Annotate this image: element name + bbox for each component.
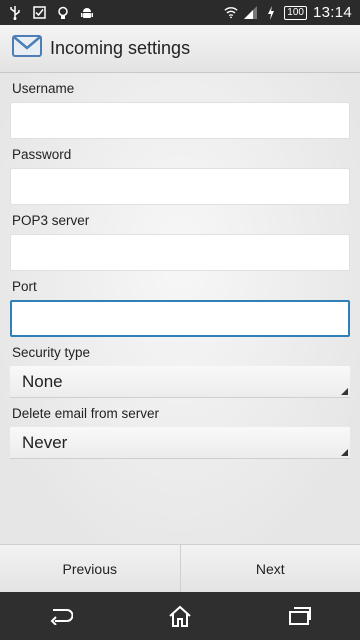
- notification-icons: [8, 5, 94, 20]
- delete-email-value: Never: [22, 432, 68, 452]
- password-field[interactable]: [10, 168, 350, 205]
- status-bar: 100 13:14: [0, 0, 360, 25]
- back-button[interactable]: [30, 596, 90, 636]
- username-field[interactable]: [10, 102, 350, 139]
- username-label: Username: [12, 81, 75, 96]
- action-bar: Incoming settings: [0, 25, 360, 73]
- checkbox-notification-icon: [32, 6, 46, 20]
- back-icon: [50, 609, 73, 625]
- charging-icon: [264, 5, 278, 20]
- page-title: Incoming settings: [50, 38, 191, 58]
- port-label: Port: [12, 279, 37, 294]
- delete-email-label: Delete email from server: [12, 406, 160, 421]
- navigation-bar: [0, 592, 360, 640]
- signal-icon: [244, 6, 258, 20]
- dropdown-corner-icon: [341, 449, 348, 456]
- pop3-server-label: POP3 server: [12, 213, 90, 228]
- home-icon: [169, 605, 191, 627]
- settings-form: Username Password POP3 server Port Secur…: [0, 73, 360, 544]
- next-button[interactable]: Next: [179, 545, 360, 592]
- android-icon: [80, 6, 94, 20]
- status-clock: 13:14: [312, 4, 352, 21]
- security-type-label: Security type: [12, 345, 91, 360]
- recent-apps-button[interactable]: [270, 596, 330, 636]
- battery-level: 100: [284, 5, 307, 20]
- system-icons: 100 13:14: [224, 4, 352, 21]
- wifi-icon: [224, 6, 238, 20]
- bottom-button-bar: Previous Next: [0, 544, 360, 592]
- password-label: Password: [12, 147, 72, 162]
- delete-email-dropdown[interactable]: Never: [10, 427, 350, 459]
- lightbulb-icon: [56, 6, 70, 20]
- email-icon: [12, 35, 42, 62]
- port-field[interactable]: [10, 300, 350, 337]
- previous-button[interactable]: Previous: [0, 545, 180, 592]
- security-type-value: None: [22, 371, 63, 391]
- usb-icon: [8, 5, 22, 20]
- security-type-dropdown[interactable]: None: [10, 366, 350, 398]
- dropdown-corner-icon: [341, 388, 348, 395]
- home-button[interactable]: [150, 596, 210, 636]
- pop3-server-field[interactable]: [10, 234, 350, 271]
- recent-apps-icon: [289, 607, 311, 625]
